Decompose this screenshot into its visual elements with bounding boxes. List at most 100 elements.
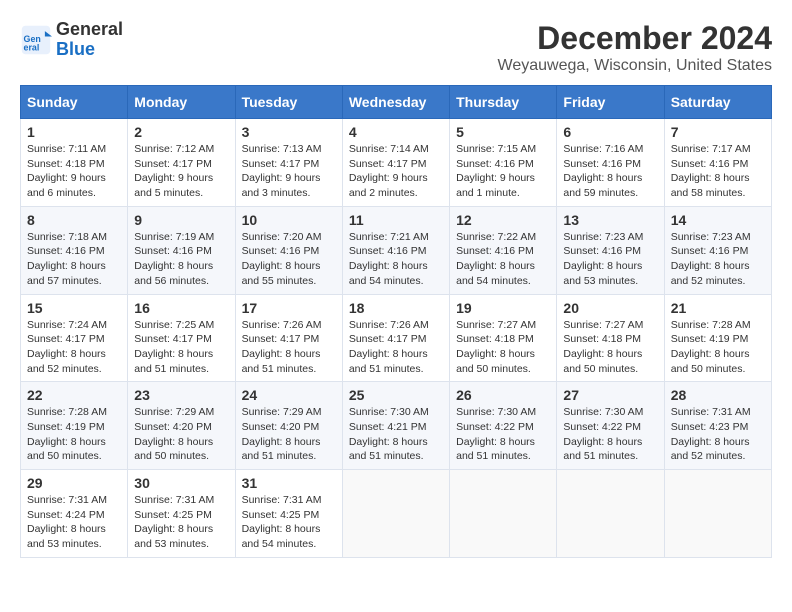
calendar-cell: 14Sunrise: 7:23 AMSunset: 4:16 PMDayligh…: [664, 206, 771, 294]
day-info: Sunrise: 7:19 AMSunset: 4:16 PMDaylight:…: [134, 230, 228, 289]
day-info: Sunrise: 7:30 AMSunset: 4:22 PMDaylight:…: [456, 405, 550, 464]
calendar-cell: 31 Sunrise: 7:31 AMSunset: 4:25 PMDayligh…: [235, 470, 342, 558]
day-number: 17: [242, 300, 336, 316]
week-row-1: 1 Sunrise: 7:11 AMSunset: 4:18 PMDaylight…: [21, 119, 772, 207]
day-number: 1: [27, 124, 121, 140]
calendar-cell: 25 Sunrise: 7:30 AMSunset: 4:21 PMDayligh…: [342, 382, 449, 470]
day-info: Sunrise: 7:28 AMSunset: 4:19 PMDaylight:…: [671, 318, 765, 377]
day-number: 6: [563, 124, 657, 140]
day-info: Sunrise: 7:31 AMSunset: 4:25 PMDaylight:…: [134, 493, 228, 552]
day-number: 12: [456, 212, 550, 228]
calendar-cell: 17 Sunrise: 7:26 AMSunset: 4:17 PMDayligh…: [235, 294, 342, 382]
day-info: Sunrise: 7:30 AMSunset: 4:21 PMDaylight:…: [349, 405, 443, 464]
calendar-cell: 20 Sunrise: 7:27 AMSunset: 4:18 PMDayligh…: [557, 294, 664, 382]
day-number: 7: [671, 124, 765, 140]
day-info: Sunrise: 7:15 AMSunset: 4:16 PMDaylight:…: [456, 142, 550, 201]
day-number: 20: [563, 300, 657, 316]
day-number: 30: [134, 475, 228, 491]
day-number: 23: [134, 387, 228, 403]
day-number: 24: [242, 387, 336, 403]
day-number: 13: [563, 212, 657, 228]
day-number: 5: [456, 124, 550, 140]
day-info: Sunrise: 7:18 AMSunset: 4:16 PMDaylight:…: [27, 230, 121, 289]
calendar-body: 1 Sunrise: 7:11 AMSunset: 4:18 PMDaylight…: [21, 119, 772, 558]
calendar-header: SundayMondayTuesdayWednesdayThursdayFrid…: [21, 86, 772, 119]
calendar-cell: 1 Sunrise: 7:11 AMSunset: 4:18 PMDaylight…: [21, 119, 128, 207]
day-number: 22: [27, 387, 121, 403]
calendar-cell: 7Sunrise: 7:17 AMSunset: 4:16 PMDaylight…: [664, 119, 771, 207]
day-info: Sunrise: 7:27 AMSunset: 4:18 PMDaylight:…: [563, 318, 657, 377]
calendar-cell: [342, 470, 449, 558]
day-info: Sunrise: 7:30 AMSunset: 4:22 PMDaylight:…: [563, 405, 657, 464]
logo: Gen eral General Blue: [20, 20, 123, 60]
day-info: Sunrise: 7:22 AMSunset: 4:16 PMDaylight:…: [456, 230, 550, 289]
header-thursday: Thursday: [450, 86, 557, 119]
header-friday: Friday: [557, 86, 664, 119]
calendar-cell: 19Sunrise: 7:27 AMSunset: 4:18 PMDayligh…: [450, 294, 557, 382]
calendar-cell: 9 Sunrise: 7:19 AMSunset: 4:16 PMDaylight…: [128, 206, 235, 294]
day-info: Sunrise: 7:31 AMSunset: 4:23 PMDaylight:…: [671, 405, 765, 464]
week-row-5: 29 Sunrise: 7:31 AMSunset: 4:24 PMDayligh…: [21, 470, 772, 558]
week-row-4: 22 Sunrise: 7:28 AMSunset: 4:19 PMDayligh…: [21, 382, 772, 470]
day-number: 10: [242, 212, 336, 228]
week-row-2: 8 Sunrise: 7:18 AMSunset: 4:16 PMDaylight…: [21, 206, 772, 294]
day-number: 15: [27, 300, 121, 316]
header-sunday: Sunday: [21, 86, 128, 119]
day-info: Sunrise: 7:12 AMSunset: 4:17 PMDaylight:…: [134, 142, 228, 201]
calendar-cell: 13 Sunrise: 7:23 AMSunset: 4:16 PMDayligh…: [557, 206, 664, 294]
calendar-cell: 5 Sunrise: 7:15 AMSunset: 4:16 PMDaylight…: [450, 119, 557, 207]
day-number: 19: [456, 300, 550, 316]
day-info: Sunrise: 7:29 AMSunset: 4:20 PMDaylight:…: [242, 405, 336, 464]
day-number: 9: [134, 212, 228, 228]
day-info: Sunrise: 7:28 AMSunset: 4:19 PMDaylight:…: [27, 405, 121, 464]
day-number: 2: [134, 124, 228, 140]
day-number: 29: [27, 475, 121, 491]
day-info: Sunrise: 7:31 AMSunset: 4:25 PMDaylight:…: [242, 493, 336, 552]
calendar-cell: 21 Sunrise: 7:28 AMSunset: 4:19 PMDayligh…: [664, 294, 771, 382]
calendar-cell: 26Sunrise: 7:30 AMSunset: 4:22 PMDayligh…: [450, 382, 557, 470]
logo-general: General: [56, 19, 123, 39]
day-info: Sunrise: 7:24 AMSunset: 4:17 PMDaylight:…: [27, 318, 121, 377]
calendar-cell: 22 Sunrise: 7:28 AMSunset: 4:19 PMDayligh…: [21, 382, 128, 470]
calendar-cell: 16Sunrise: 7:25 AMSunset: 4:17 PMDayligh…: [128, 294, 235, 382]
day-number: 11: [349, 212, 443, 228]
header-saturday: Saturday: [664, 86, 771, 119]
day-number: 28: [671, 387, 765, 403]
title-block: December 2024 Weyauwega, Wisconsin, Unit…: [498, 20, 773, 75]
header-row: SundayMondayTuesdayWednesdayThursdayFrid…: [21, 86, 772, 119]
header-monday: Monday: [128, 86, 235, 119]
day-info: Sunrise: 7:11 AMSunset: 4:18 PMDaylight:…: [27, 142, 121, 201]
calendar-cell: 18Sunrise: 7:26 AMSunset: 4:17 PMDayligh…: [342, 294, 449, 382]
header-wednesday: Wednesday: [342, 86, 449, 119]
calendar-cell: [664, 470, 771, 558]
calendar-cell: 15 Sunrise: 7:24 AMSunset: 4:17 PMDayligh…: [21, 294, 128, 382]
logo-blue: Blue: [56, 39, 95, 59]
calendar-cell: 23 Sunrise: 7:29 AMSunset: 4:20 PMDayligh…: [128, 382, 235, 470]
day-number: 3: [242, 124, 336, 140]
calendar-cell: 6 Sunrise: 7:16 AMSunset: 4:16 PMDaylight…: [557, 119, 664, 207]
calendar-cell: 29 Sunrise: 7:31 AMSunset: 4:24 PMDayligh…: [21, 470, 128, 558]
day-info: Sunrise: 7:23 AMSunset: 4:16 PMDaylight:…: [563, 230, 657, 289]
day-number: 21: [671, 300, 765, 316]
day-info: Sunrise: 7:26 AMSunset: 4:17 PMDaylight:…: [349, 318, 443, 377]
calendar-cell: [450, 470, 557, 558]
calendar-cell: 24 Sunrise: 7:29 AMSunset: 4:20 PMDayligh…: [235, 382, 342, 470]
day-info: Sunrise: 7:26 AMSunset: 4:17 PMDaylight:…: [242, 318, 336, 377]
day-info: Sunrise: 7:13 AMSunset: 4:17 PMDaylight:…: [242, 142, 336, 201]
day-info: Sunrise: 7:31 AMSunset: 4:24 PMDaylight:…: [27, 493, 121, 552]
calendar-cell: 12 Sunrise: 7:22 AMSunset: 4:16 PMDayligh…: [450, 206, 557, 294]
svg-text:eral: eral: [24, 42, 40, 52]
day-info: Sunrise: 7:23 AMSunset: 4:16 PMDaylight:…: [671, 230, 765, 289]
day-number: 4: [349, 124, 443, 140]
day-number: 31: [242, 475, 336, 491]
header-tuesday: Tuesday: [235, 86, 342, 119]
calendar-table: SundayMondayTuesdayWednesdayThursdayFrid…: [20, 85, 772, 558]
week-row-3: 15 Sunrise: 7:24 AMSunset: 4:17 PMDayligh…: [21, 294, 772, 382]
day-number: 27: [563, 387, 657, 403]
calendar-cell: 10Sunrise: 7:20 AMSunset: 4:16 PMDayligh…: [235, 206, 342, 294]
day-number: 8: [27, 212, 121, 228]
day-number: 25: [349, 387, 443, 403]
calendar-cell: 11Sunrise: 7:21 AMSunset: 4:16 PMDayligh…: [342, 206, 449, 294]
day-info: Sunrise: 7:29 AMSunset: 4:20 PMDaylight:…: [134, 405, 228, 464]
day-info: Sunrise: 7:16 AMSunset: 4:16 PMDaylight:…: [563, 142, 657, 201]
